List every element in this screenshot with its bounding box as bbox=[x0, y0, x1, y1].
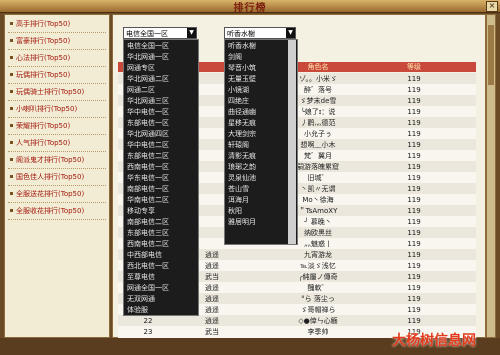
bullet-icon bbox=[10, 158, 13, 161]
server-dropdown-item[interactable]: 南部电信二区 bbox=[124, 217, 195, 228]
ranking-window: 排行榜 × 高手排行(Top50) 富豪排行(Top50) 心法排行(Top50… bbox=[0, 0, 500, 355]
bullet-icon bbox=[10, 73, 13, 76]
category-label: 小喇叭排行(Top50) bbox=[16, 105, 78, 113]
server-dropdown-item[interactable]: 南部电信一区 bbox=[124, 184, 195, 195]
category-label: 富豪排行(Top50) bbox=[16, 37, 71, 45]
server-dropdown-item[interactable]: 东部电信一区 bbox=[124, 118, 195, 129]
server-dropdown-item[interactable]: 东部电信三区 bbox=[124, 228, 195, 239]
category-label: 玩偶骑士排行(Top50) bbox=[16, 88, 85, 96]
cell-rank: 23 bbox=[143, 328, 153, 336]
server-dropdown-item[interactable]: 西北电信一区 bbox=[124, 261, 195, 272]
bullet-icon bbox=[10, 124, 13, 127]
line-dropdown-item[interactable]: 琅琊之韵 bbox=[225, 162, 286, 173]
server-dropdown-item[interactable]: 华南电信二区 bbox=[124, 195, 195, 206]
line-dropdown-item[interactable]: 大理剑宗 bbox=[225, 129, 286, 140]
line-dropdown-item[interactable]: 灵泉仙池 bbox=[225, 173, 286, 184]
line-dropdown-item[interactable]: 琴音小筑 bbox=[225, 63, 286, 74]
server-dropdown-item[interactable]: 西南电信二区 bbox=[124, 239, 195, 250]
line-dropdown-item[interactable]: 曲径通幽 bbox=[225, 107, 286, 118]
server-dropdown-item[interactable]: 中西部电信 bbox=[124, 250, 195, 261]
server-dropdown-item[interactable]: 体验服 bbox=[124, 305, 195, 316]
server-dropdown-item[interactable]: 华东电信一区 bbox=[124, 173, 195, 184]
bullet-icon bbox=[10, 209, 13, 212]
cell-line: 武当 bbox=[205, 328, 219, 336]
line-dropdown-item[interactable]: 秋阳 bbox=[225, 206, 286, 217]
bullet-icon bbox=[10, 107, 13, 110]
category-label: 高手排行(Top50) bbox=[16, 20, 71, 28]
server-dropdown-item[interactable]: 华北网通一区 bbox=[124, 52, 195, 63]
bullet-icon bbox=[10, 192, 13, 195]
chevron-down-icon[interactable]: ▼ bbox=[286, 28, 295, 38]
line-dropdown-item[interactable]: 雅居明月 bbox=[225, 217, 286, 228]
server-select[interactable]: 电信全国一区 ▼ bbox=[123, 27, 197, 39]
category-item-popularity[interactable]: 人气排行(Top50) bbox=[8, 136, 106, 152]
bullet-icon bbox=[10, 56, 13, 59]
line-dropdown-item[interactable]: 清影无痕 bbox=[225, 151, 286, 162]
category-item-speaker[interactable]: 小喇叭排行(Top50) bbox=[8, 102, 106, 118]
line-dropdown-item[interactable]: 轩辕阁 bbox=[225, 140, 286, 151]
line-dropdown[interactable]: 听香水榭 剑阁 琴音小筑 无量玉壁 小镜湖 四绝庄 曲径通幽 星移无痕 大理剑宗 轩辕阁 清影无痕琅… bbox=[224, 39, 298, 245]
line-select-value: 听香水榭 bbox=[227, 30, 255, 38]
category-label: 全服送花排行(Top50) bbox=[16, 190, 85, 198]
line-dropdown-item[interactable]: 四绝庄 bbox=[225, 96, 286, 107]
line-select[interactable]: 听香水榭 ▼ bbox=[224, 27, 296, 39]
category-item-beauty[interactable]: 国色佳人排行(Top50) bbox=[8, 170, 106, 186]
category-label: 心法排行(Top50) bbox=[16, 54, 71, 62]
server-dropdown-item[interactable]: 东部电信二区 bbox=[124, 151, 195, 162]
watermark: 大杨树信息网 bbox=[392, 333, 476, 349]
server-dropdown-item[interactable]: 移动专享 bbox=[124, 206, 195, 217]
bullet-icon bbox=[10, 141, 13, 144]
bullet-icon bbox=[10, 175, 13, 178]
server-dropdown-item[interactable]: 网通专区 bbox=[124, 63, 195, 74]
server-dropdown-item[interactable]: 华北网通二区 bbox=[124, 74, 195, 85]
window-title: 排行榜 bbox=[233, 3, 267, 14]
server-dropdown-item[interactable]: 至尊电信 bbox=[124, 272, 195, 283]
cell-name: 李季帅 bbox=[307, 328, 329, 336]
content-scrollbar[interactable] bbox=[486, 14, 496, 338]
server-dropdown-item[interactable]: 华北网通三区 bbox=[124, 96, 195, 107]
category-label: 全服收花排行(Top50) bbox=[16, 207, 85, 215]
server-dropdown[interactable]: 电信全国一区 华北网通一区 网通专区 华北网通二区 网通二区 华北网通三区 华中电信一区 东部… bbox=[123, 39, 199, 316]
server-dropdown-item[interactable]: 网通全国一区 bbox=[124, 283, 195, 294]
chevron-down-icon[interactable]: ▼ bbox=[187, 28, 196, 38]
line-dropdown-scrollbar[interactable] bbox=[288, 40, 296, 244]
category-item-genius[interactable]: 阁派鬼才排行(Top50) bbox=[8, 153, 106, 169]
category-item-honor[interactable]: 荣耀排行(Top50) bbox=[8, 119, 106, 135]
category-label: 荣耀排行(Top50) bbox=[16, 122, 71, 130]
bullet-icon bbox=[10, 90, 13, 93]
category-item-wealth[interactable]: 富豪排行(Top50) bbox=[8, 34, 106, 50]
server-dropdown-item[interactable]: 无双网通 bbox=[124, 294, 195, 305]
category-list: 高手排行(Top50) 富豪排行(Top50) 心法排行(Top50) 玩偶排行… bbox=[4, 14, 110, 338]
category-item-receive-flower[interactable]: 全服收花排行(Top50) bbox=[8, 204, 106, 220]
category-label: 阁派鬼才排行(Top50) bbox=[16, 156, 85, 164]
server-dropdown-item[interactable]: 华中电信一区 bbox=[124, 107, 195, 118]
category-item-xinfa[interactable]: 心法排行(Top50) bbox=[8, 51, 106, 67]
scrollbar-thumb[interactable] bbox=[488, 25, 494, 85]
header-level: 等级 bbox=[407, 63, 421, 71]
line-dropdown-item[interactable]: 洱海月 bbox=[225, 195, 286, 206]
category-label: 人气排行(Top50) bbox=[16, 139, 71, 147]
line-dropdown-item[interactable]: 无量玉壁 bbox=[225, 74, 286, 85]
line-dropdown-item[interactable]: 小镜湖 bbox=[225, 85, 286, 96]
title-bar[interactable]: 排行榜 × bbox=[0, 0, 500, 14]
line-dropdown-item[interactable]: 苍山雪 bbox=[225, 184, 286, 195]
line-dropdown-item[interactable]: 剑阁 bbox=[225, 52, 286, 63]
category-item-pet-rider[interactable]: 玩偶骑士排行(Top50) bbox=[8, 85, 106, 101]
server-dropdown-item[interactable]: 华北网通四区 bbox=[124, 129, 195, 140]
line-dropdown-item[interactable]: 星移无痕 bbox=[225, 118, 286, 129]
category-item-pet[interactable]: 玩偶排行(Top50) bbox=[8, 68, 106, 84]
close-button[interactable]: × bbox=[486, 1, 498, 12]
server-dropdown-item[interactable]: 网通二区 bbox=[124, 85, 195, 96]
bullet-icon bbox=[10, 39, 13, 42]
category-label: 玩偶排行(Top50) bbox=[16, 71, 71, 79]
line-dropdown-item[interactable]: 听香水榭 bbox=[225, 41, 286, 52]
category-item-top-player[interactable]: 高手排行(Top50) bbox=[8, 17, 106, 33]
server-select-value: 电信全国一区 bbox=[126, 30, 168, 38]
server-dropdown-item[interactable]: 西南电信一区 bbox=[124, 162, 195, 173]
bullet-icon bbox=[10, 22, 13, 25]
server-dropdown-item[interactable]: 电信全国一区 bbox=[124, 41, 195, 52]
server-dropdown-item[interactable]: 华中电信二区 bbox=[124, 140, 195, 151]
category-item-send-flower[interactable]: 全服送花排行(Top50) bbox=[8, 187, 106, 203]
category-label: 国色佳人排行(Top50) bbox=[16, 173, 85, 181]
